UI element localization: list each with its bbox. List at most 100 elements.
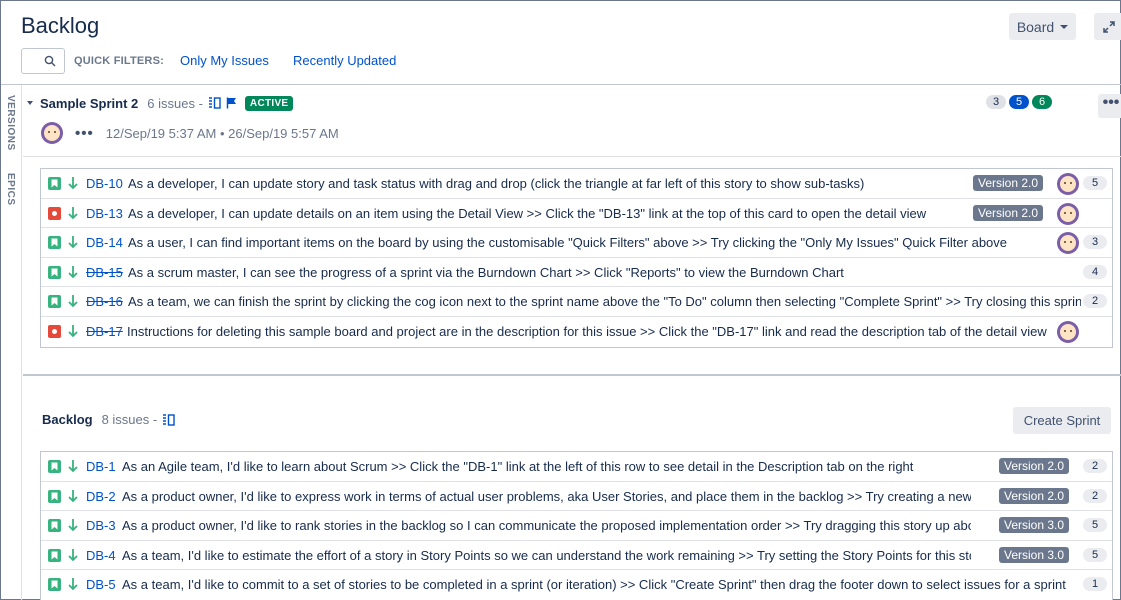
version-lozenge: Version 2.0 (973, 204, 1044, 221)
filter-recently-updated[interactable]: Recently Updated (293, 53, 396, 68)
version-lozenge: Version 3.0 (999, 517, 1070, 534)
issue-row[interactable]: DB-16 As a team, we can finish the sprint… (41, 287, 1112, 317)
versions-tab[interactable]: VERSIONS (5, 95, 16, 151)
assignee-avatar[interactable] (1057, 202, 1079, 225)
issue-row[interactable]: DB-5 As a team, I'd like to commit to a s… (41, 570, 1112, 600)
issue-row[interactable]: DB-14 As a user, I can find important ite… (41, 228, 1112, 258)
issue-row[interactable]: DB-10 As a developer, I can update story … (41, 169, 1112, 199)
story-icon (48, 236, 61, 250)
issue-summary: As a user, I can find important items on… (128, 235, 1008, 251)
story-icon (48, 460, 61, 473)
issue-key-link[interactable]: DB-16 (86, 294, 123, 309)
assignee-avatar[interactable] (1057, 173, 1079, 195)
issue-summary: As a developer, I can update story and t… (128, 176, 865, 191)
bug-icon (48, 206, 61, 220)
chevron-down-icon (1060, 24, 1069, 29)
search-icon (44, 55, 56, 67)
status-count-pill: 3 (986, 95, 1006, 109)
search-input[interactable] (21, 48, 65, 74)
version-lozenge: Version 3.0 (999, 546, 1070, 563)
story-points-badge: 1 (1083, 577, 1107, 592)
issue-key-link[interactable]: DB-3 (86, 518, 116, 533)
header-divider (1, 84, 1121, 85)
backlog-issue-count: 8 issues - (101, 412, 158, 427)
issue-key-link[interactable]: DB-5 (86, 577, 116, 592)
issue-summary: As a team, we can finish the sprint by c… (128, 294, 1081, 310)
create-sprint-button[interactable]: Create Sprint (1013, 407, 1111, 434)
backlog-name: Backlog (42, 412, 93, 427)
issue-summary: As a product owner, I'd like to rank sto… (122, 518, 971, 534)
issue-row[interactable]: DB-4 As a team, I'd like to estimate the … (41, 541, 1112, 571)
story-icon (48, 548, 61, 562)
expand-icon (1103, 20, 1115, 33)
story-points-badge: 5 (1083, 176, 1107, 190)
priority-low-icon (68, 206, 78, 223)
version-lozenge: Version 2.0 (999, 487, 1070, 504)
sprint-name: Sample Sprint 2 (40, 95, 139, 111)
backlog-issue-list: DB-1 As an Agile team, I'd like to learn … (40, 451, 1113, 600)
issue-key-link[interactable]: DB-4 (86, 548, 116, 563)
story-icon (48, 489, 61, 503)
board-columns-icon[interactable] (208, 97, 221, 109)
sprint-divider (23, 156, 1121, 157)
assignee-avatar[interactable] (1057, 232, 1079, 255)
priority-low-icon (68, 518, 78, 535)
issue-key-link[interactable]: DB-10 (86, 176, 123, 191)
sprint-header[interactable]: Sample Sprint 2 6 issues - ACTIVE (27, 94, 294, 112)
priority-low-icon (68, 265, 78, 282)
issue-key-link[interactable]: DB-15 (86, 265, 123, 280)
more-participants-icon[interactable]: ••• (75, 125, 94, 142)
filter-only-my-issues[interactable]: Only My Issues (180, 53, 269, 68)
priority-low-icon (68, 548, 78, 565)
priority-low-icon (68, 459, 78, 476)
status-count-pill: 5 (1009, 95, 1029, 109)
version-lozenge: Version 2.0 (973, 175, 1044, 191)
issue-row[interactable]: DB-1 As an Agile team, I'd like to learn … (41, 452, 1112, 482)
story-points-badge: 2 (1083, 459, 1107, 473)
story-points-badge: 4 (1083, 264, 1107, 279)
bug-icon (48, 324, 61, 338)
issue-row[interactable]: DB-17 Instructions for deleting this samp… (41, 317, 1112, 347)
story-points-badge: 5 (1083, 518, 1107, 533)
story-icon (48, 177, 61, 190)
sprint-issue-count: 6 issues - (147, 95, 203, 111)
story-points-badge: 2 (1083, 294, 1107, 309)
issue-row[interactable]: DB-13 As a developer, I can update detail… (41, 199, 1112, 229)
backlog-header: Backlog 8 issues - (42, 412, 175, 427)
sprint-status-badge: ACTIVE (244, 95, 294, 111)
flag-icon[interactable] (226, 97, 237, 109)
version-lozenge: Version 2.0 (999, 458, 1070, 474)
status-count-pill: 6 (1032, 95, 1052, 109)
story-icon (48, 295, 61, 309)
side-rail: VERSIONS EPICS (1, 85, 22, 600)
issue-summary: As a developer, I can update details on … (128, 205, 927, 221)
sprint-dates: 12/Sep/19 5:37 AM • 26/Sep/19 5:57 AM (105, 125, 339, 141)
issue-row[interactable]: DB-2 As a product owner, I'd like to expr… (41, 482, 1112, 512)
issue-key-link[interactable]: DB-2 (86, 489, 116, 504)
issue-row[interactable]: DB-3 As a product owner, I'd like to rank… (41, 511, 1112, 541)
fullscreen-button[interactable] (1094, 13, 1121, 40)
board-dropdown-button[interactable]: Board (1009, 13, 1076, 40)
epics-tab[interactable]: EPICS (5, 173, 16, 206)
priority-low-icon (68, 324, 78, 341)
issue-row[interactable]: DB-15 As a scrum master, I can see the pr… (41, 258, 1112, 288)
issue-key-link[interactable]: DB-13 (86, 206, 123, 221)
priority-low-icon (68, 489, 78, 506)
sprint-status-counts: 356 (986, 95, 1052, 109)
priority-low-icon (68, 176, 78, 193)
priority-low-icon (68, 577, 78, 594)
issue-key-link[interactable]: DB-1 (86, 459, 116, 474)
issue-summary: As a team, I'd like to commit to a set o… (122, 577, 1066, 593)
board-columns-icon[interactable] (162, 413, 175, 426)
sprint-meta: ••• 12/Sep/19 5:37 AM • 26/Sep/19 5:57 A… (41, 122, 339, 144)
assignee-avatar[interactable] (1057, 320, 1079, 343)
issue-summary: Instructions for deleting this sample bo… (127, 323, 1047, 339)
sprint-actions-button[interactable]: ••• (1098, 94, 1121, 118)
issue-key-link[interactable]: DB-14 (86, 235, 123, 250)
collapse-triangle-icon[interactable] (27, 101, 33, 105)
issue-summary: As a scrum master, I can see the progres… (128, 264, 844, 280)
issue-summary: As a product owner, I'd like to express … (122, 488, 971, 504)
issue-key-link[interactable]: DB-17 (86, 324, 123, 339)
avatar[interactable] (41, 122, 63, 144)
story-points-badge: 5 (1083, 547, 1107, 562)
